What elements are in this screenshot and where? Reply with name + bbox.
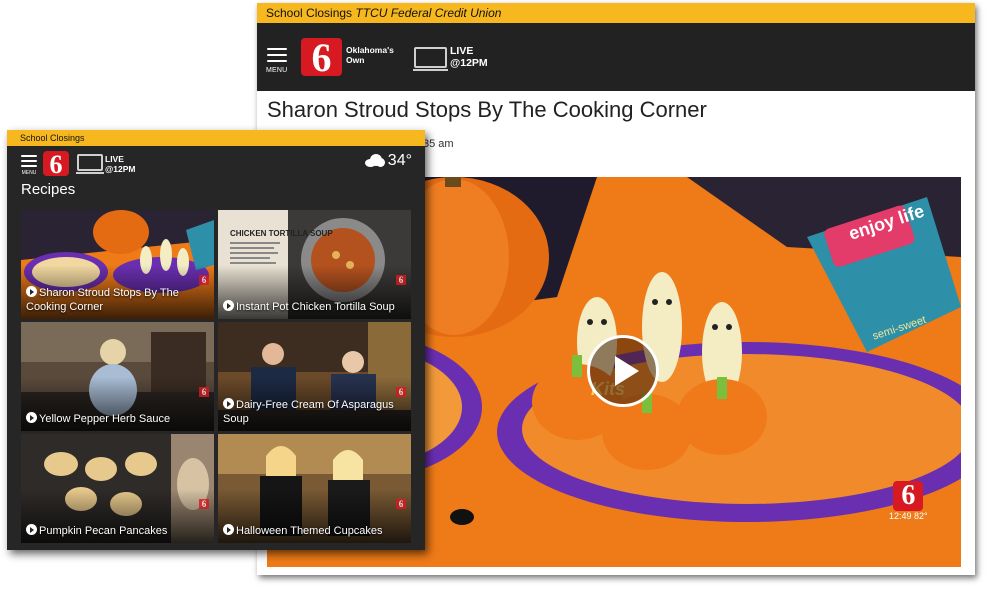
live-indicator[interactable]: LIVE @12PM <box>450 45 488 69</box>
thumb-title: CHICKEN TORTILLA SOUP <box>230 229 333 238</box>
recipe-title: Yellow Pepper Herb Sauce <box>39 413 171 425</box>
tv-icon[interactable] <box>76 154 104 174</box>
recipe-card[interactable]: 6 Yellow Pepper Herb Sauce <box>21 322 214 431</box>
menu-label: MENU <box>21 170 37 176</box>
watermark-logo: 6 <box>396 387 406 397</box>
station-bug: 6 12:49 82° <box>889 481 928 522</box>
play-button[interactable] <box>587 335 659 407</box>
rain-cloud-icon <box>364 154 385 168</box>
live-label: LIVE <box>105 154 124 164</box>
recipe-card[interactable]: 6 Halloween Themed Cupcakes <box>218 434 411 543</box>
menu-button[interactable]: MENU <box>266 48 287 74</box>
play-icon <box>223 524 234 535</box>
watermark-logo: 6 <box>199 387 209 397</box>
hamburger-icon <box>266 48 287 66</box>
tv-icon[interactable] <box>413 47 448 71</box>
watermark-logo: 6 <box>396 499 406 509</box>
bug-temperature: 82° <box>914 511 928 521</box>
watermark-logo: 6 <box>396 275 406 285</box>
school-closings-banner-mobile[interactable]: School Closings <box>7 130 425 146</box>
recipe-title: Dairy-Free Cream Of Asparagus Soup <box>223 399 394 425</box>
alert-detail: TTCU Federal Credit Union <box>355 6 502 20</box>
recipe-title: Pumpkin Pecan Pancakes <box>39 525 168 537</box>
menu-label: MENU <box>266 67 288 74</box>
live-time: @12PM <box>450 57 488 69</box>
hamburger-icon <box>21 155 37 170</box>
weather-widget[interactable]: 34° <box>364 152 412 170</box>
mobile-recipes-window: School Closings MENU 6 LIVE @12PM 34° Re… <box>7 130 425 550</box>
live-indicator-mobile[interactable]: LIVE @12PM <box>105 154 136 174</box>
article-timestamp: 35 am <box>423 138 454 150</box>
recipe-title: Instant Pot Chicken Tortilla Soup <box>236 301 395 313</box>
recipe-card[interactable]: 6 Pumpkin Pecan Pancakes <box>21 434 214 543</box>
recipe-card[interactable]: 6 Sharon Stroud Stops By The Cooking Cor… <box>21 210 214 319</box>
menu-button-mobile[interactable]: MENU <box>21 155 37 176</box>
recipe-title: Sharon Stroud Stops By The Cooking Corne… <box>26 287 179 313</box>
bug-time: 12:49 <box>889 511 912 521</box>
play-icon <box>223 398 234 409</box>
article-title: Sharon Stroud Stops By The Cooking Corne… <box>267 97 707 122</box>
recipe-card[interactable]: 6 Dairy-Free Cream Of Asparagus Soup <box>218 322 411 431</box>
school-closings-banner[interactable]: School Closings TTCU Federal Credit Unio… <box>257 3 975 23</box>
play-icon <box>26 524 37 535</box>
news-on-6-logo[interactable]: 6 <box>301 38 342 78</box>
recipe-title: Halloween Themed Cupcakes <box>236 525 383 537</box>
logo-tagline: Oklahoma's Own <box>346 45 394 65</box>
alert-label: School Closings <box>266 6 353 20</box>
section-heading: Recipes <box>21 181 76 198</box>
play-icon <box>223 300 234 311</box>
watermark-logo: 6 <box>199 499 209 509</box>
bug-logo: 6 <box>893 481 924 511</box>
mobile-header: MENU 6 LIVE @12PM 34° <box>7 146 425 180</box>
play-icon <box>26 412 37 423</box>
live-time: @12PM <box>105 164 136 174</box>
weather-temperature: 34° <box>387 152 412 169</box>
live-label: LIVE <box>450 45 474 57</box>
recipe-card[interactable]: CHICKEN TORTILLA SOUP 6 Instant Pot Chic… <box>218 210 411 319</box>
site-header: MENU 6 Oklahoma's Own LIVE @12PM <box>257 23 975 91</box>
watermark-logo: 6 <box>199 275 209 285</box>
news-on-6-logo-mobile[interactable]: 6 <box>43 151 69 178</box>
play-icon <box>26 286 37 297</box>
